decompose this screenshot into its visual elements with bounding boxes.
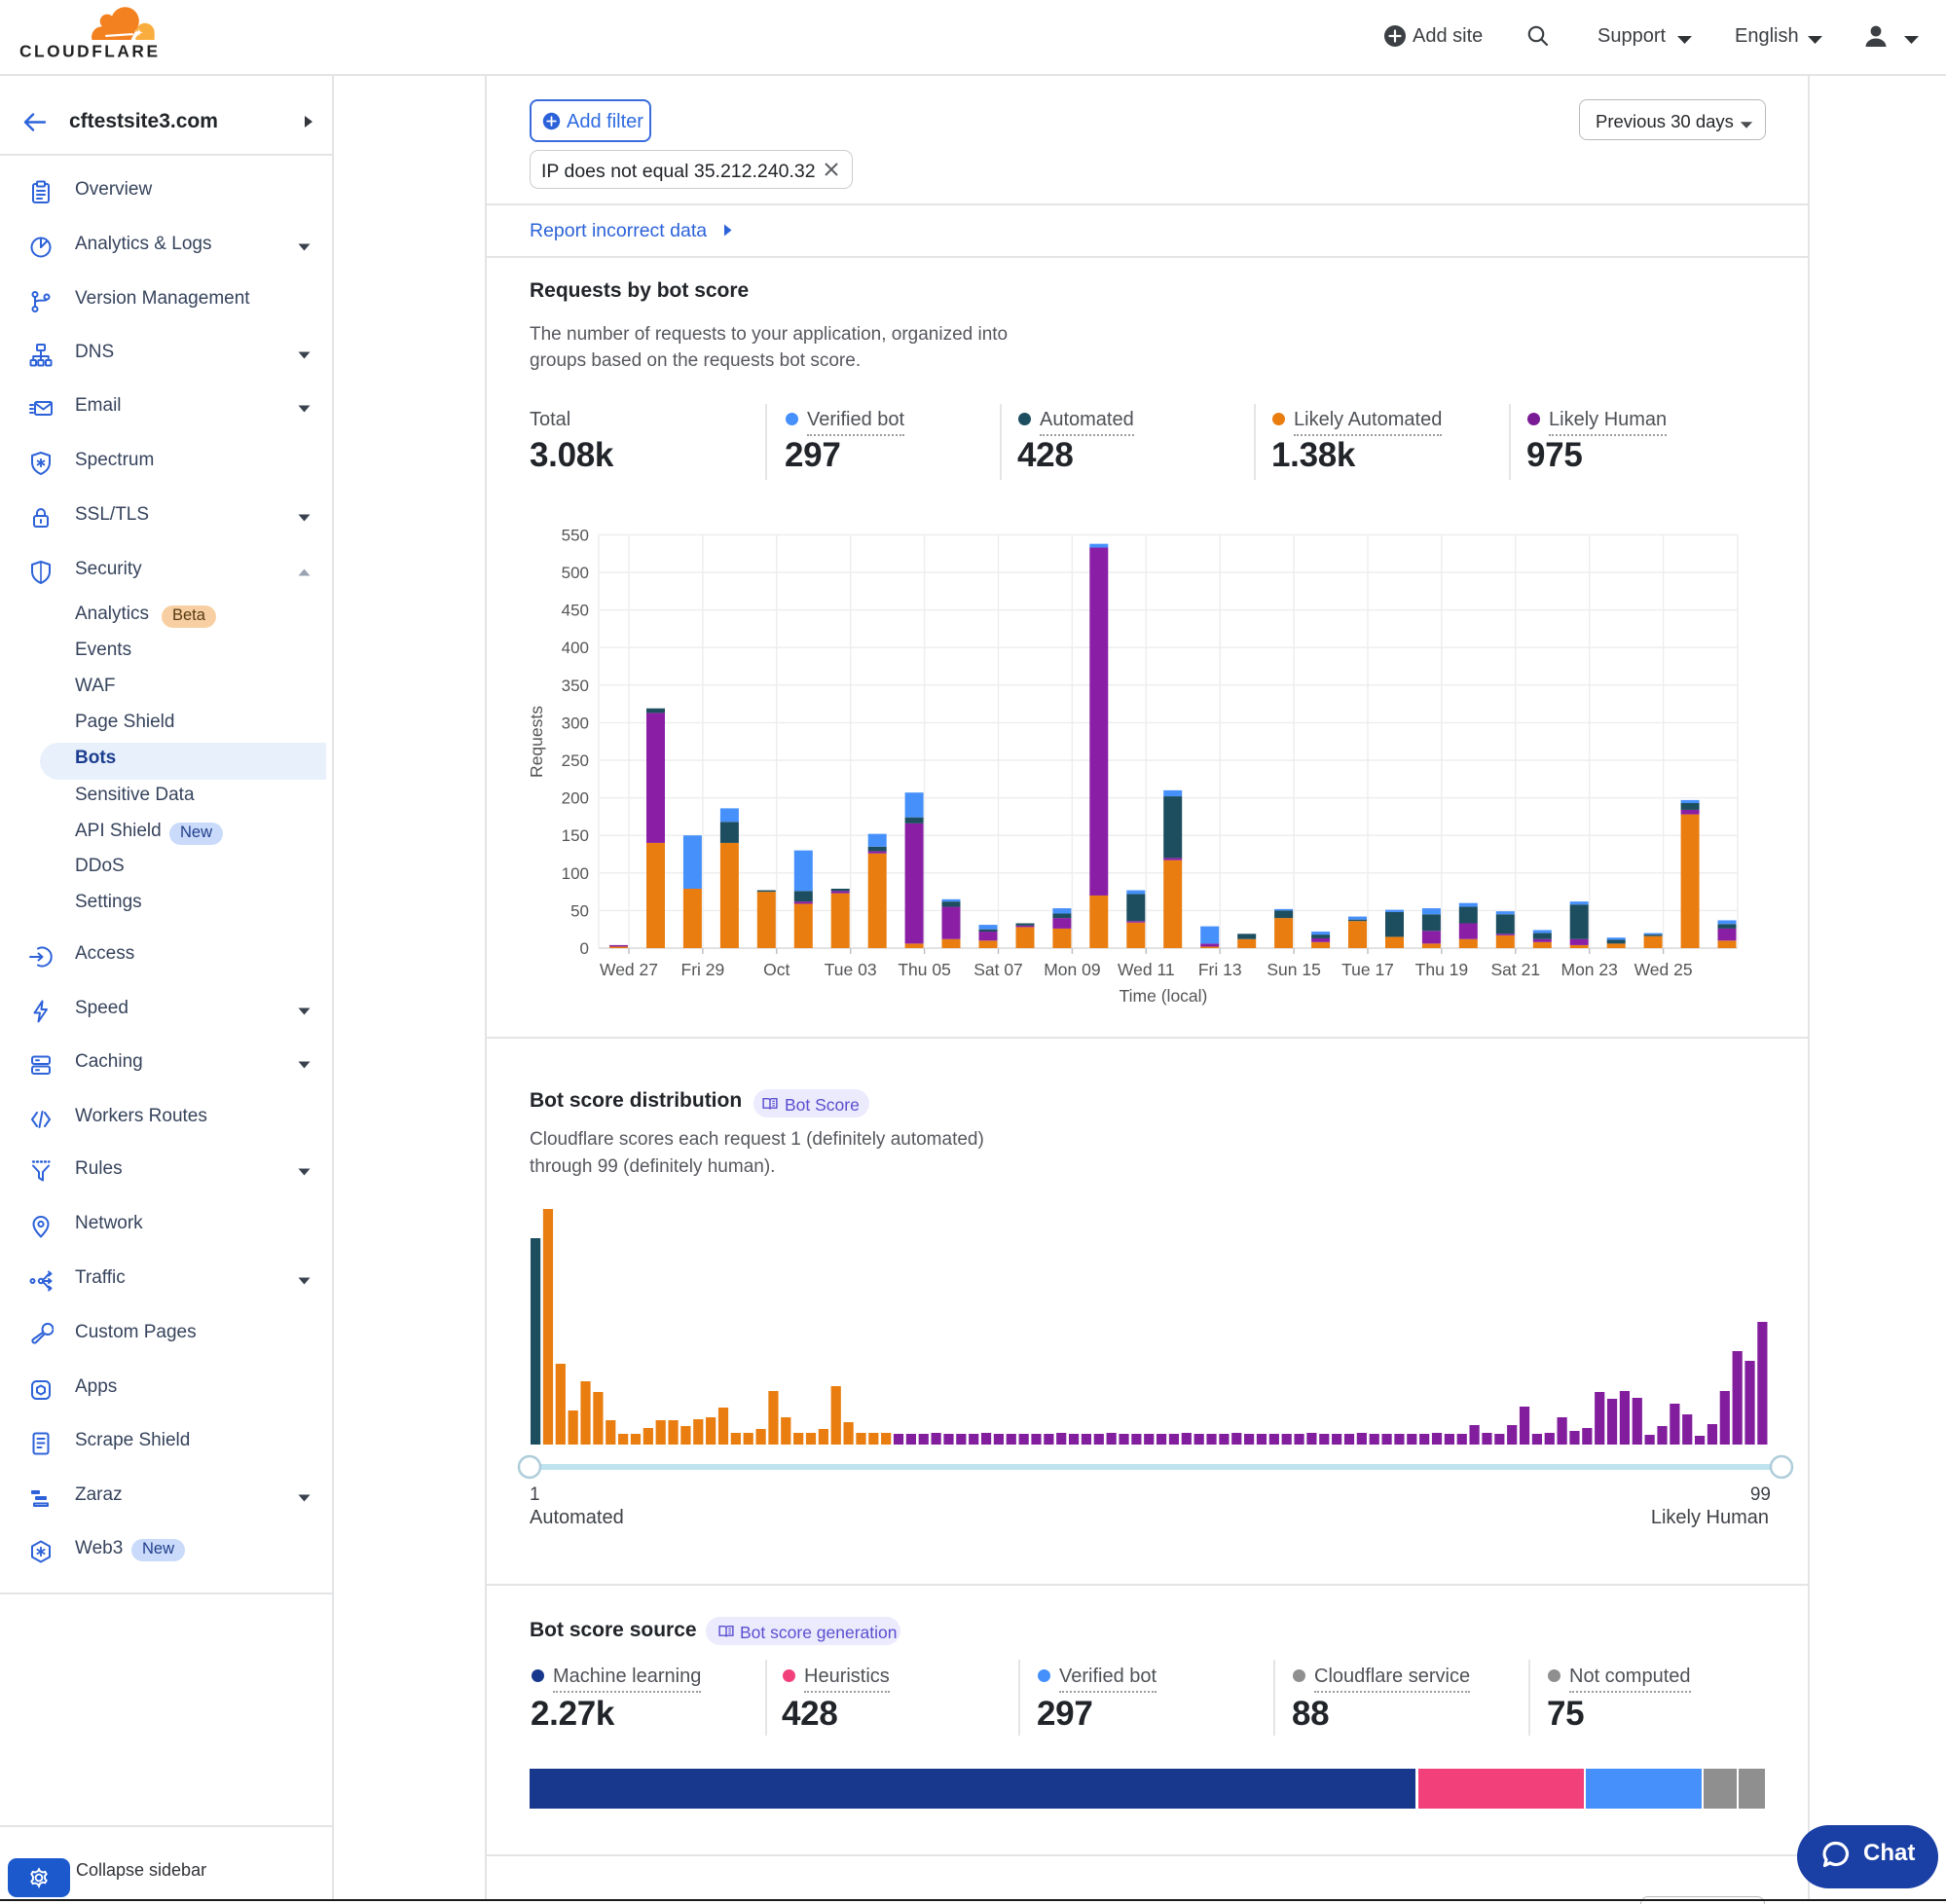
svg-text:Wed 11: Wed 11 xyxy=(1118,960,1175,979)
svg-text:50: 50 xyxy=(570,901,589,920)
svg-text:CLOUDFLARE: CLOUDFLARE xyxy=(19,42,161,61)
svg-text:450: 450 xyxy=(562,602,589,620)
svg-text:Automated: Automated xyxy=(530,1507,624,1528)
svg-text:Tue 17: Tue 17 xyxy=(1341,960,1394,979)
svg-text:Sun 15: Sun 15 xyxy=(1267,960,1320,979)
svg-text:Fri 13: Fri 13 xyxy=(1198,960,1242,979)
svg-text:Mon 09: Mon 09 xyxy=(1044,960,1100,979)
svg-text:Requests: Requests xyxy=(527,706,546,778)
svg-text:Fri 29: Fri 29 xyxy=(681,960,725,979)
svg-text:Wed 27: Wed 27 xyxy=(600,960,658,979)
svg-text:Wed 25: Wed 25 xyxy=(1634,960,1693,979)
svg-text:400: 400 xyxy=(562,639,589,657)
svg-text:Sat 21: Sat 21 xyxy=(1490,960,1540,979)
svg-text:350: 350 xyxy=(562,677,589,695)
svg-text:Likely Human: Likely Human xyxy=(1651,1507,1769,1528)
svg-text:Mon 23: Mon 23 xyxy=(1561,960,1618,979)
svg-text:100: 100 xyxy=(562,864,589,883)
svg-text:150: 150 xyxy=(562,826,589,845)
svg-text:Oct: Oct xyxy=(763,960,789,979)
svg-text:Sat 07: Sat 07 xyxy=(973,960,1023,979)
svg-text:550: 550 xyxy=(562,526,589,544)
svg-text:99: 99 xyxy=(1750,1484,1771,1505)
svg-text:0: 0 xyxy=(580,939,589,958)
svg-text:Thu 05: Thu 05 xyxy=(898,960,950,979)
svg-text:Thu 19: Thu 19 xyxy=(1415,960,1468,979)
svg-text:250: 250 xyxy=(562,751,589,770)
svg-text:Time (local): Time (local) xyxy=(1120,986,1208,1006)
svg-text:1: 1 xyxy=(530,1484,540,1505)
svg-text:200: 200 xyxy=(562,789,589,808)
svg-text:Tue 03: Tue 03 xyxy=(825,960,877,979)
svg-text:300: 300 xyxy=(562,714,589,732)
svg-text:500: 500 xyxy=(562,564,589,582)
